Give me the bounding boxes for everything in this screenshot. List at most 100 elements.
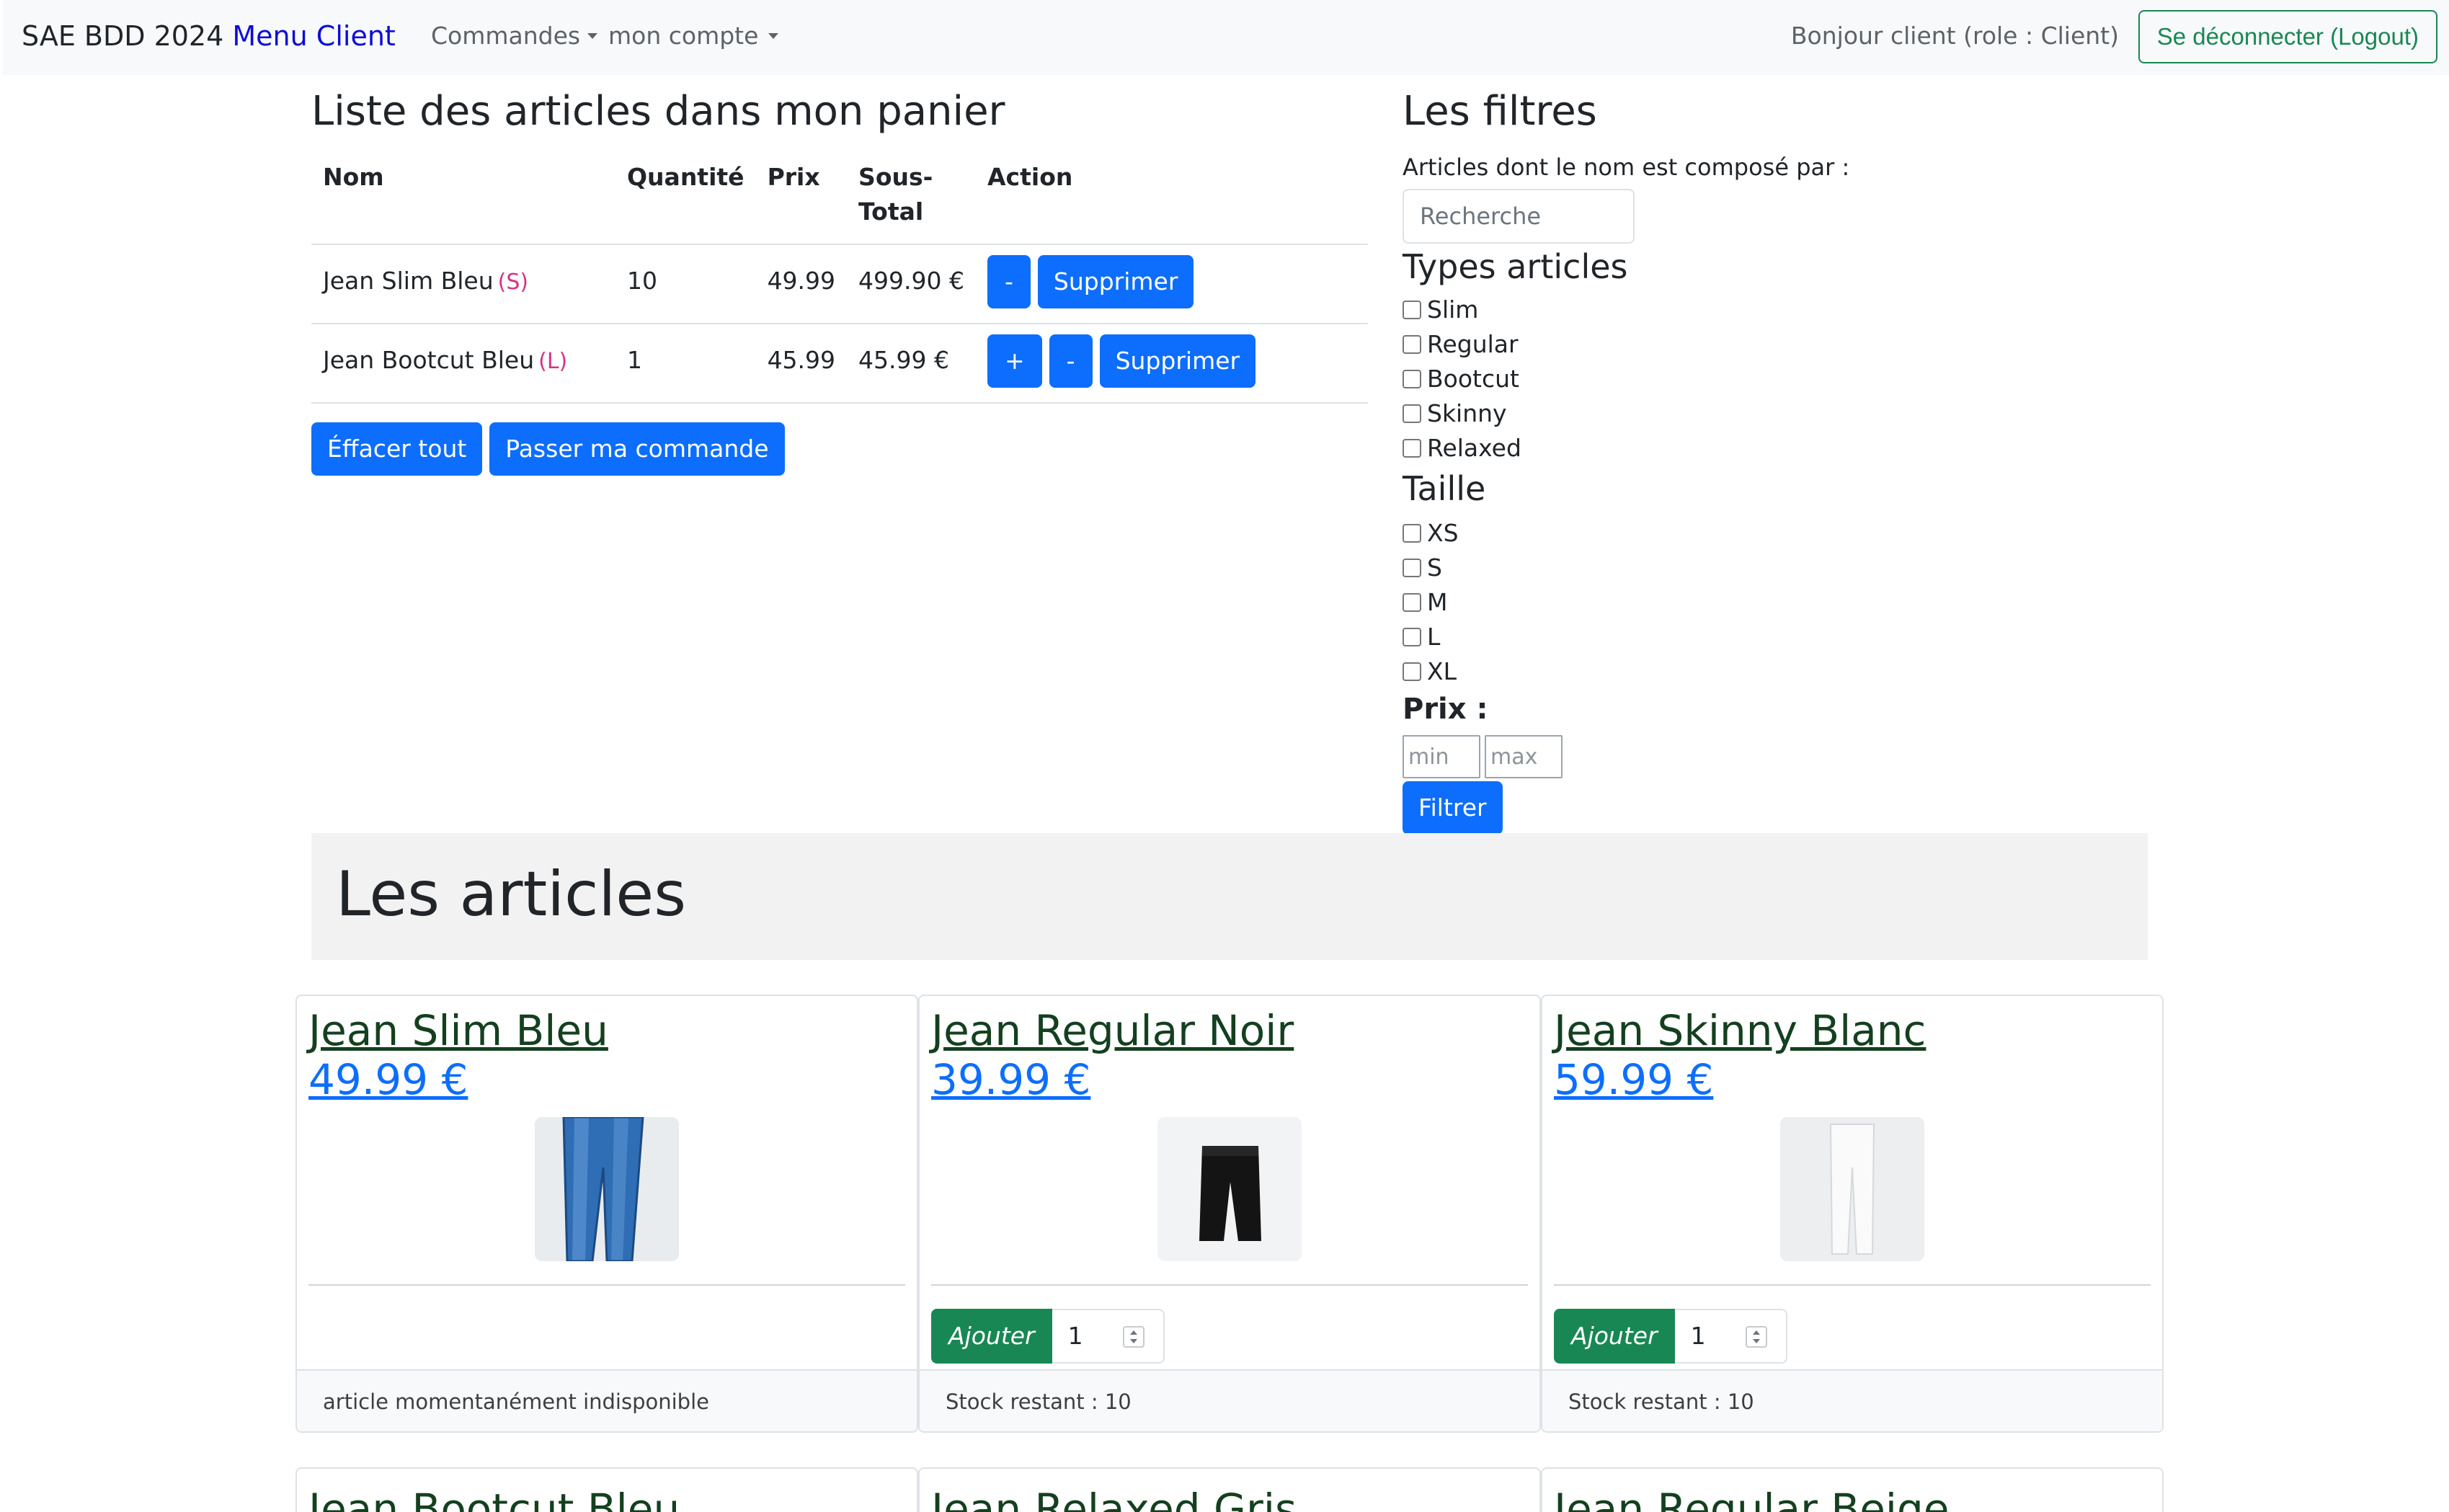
article-title-link[interactable]: Jean Relaxed Gris <box>931 1485 1528 1512</box>
quantity-value: 1 <box>1690 1322 1706 1350</box>
article-price-link[interactable]: 49.99 € <box>308 1055 905 1104</box>
checkbox[interactable] <box>1403 369 1421 388</box>
cart-item-subtotal: 45.99 € <box>847 324 976 404</box>
add-to-cart-button[interactable]: Ajouter <box>931 1309 1052 1364</box>
brand-title[interactable]: SAE BDD 2024 <box>22 20 223 52</box>
col-header-price: Prix <box>755 144 848 245</box>
checkbox[interactable] <box>1403 627 1421 646</box>
checkbox[interactable] <box>1403 523 1421 543</box>
checkbox[interactable] <box>1403 592 1421 612</box>
type-filter-relaxed[interactable]: Relaxed <box>1403 431 1907 466</box>
checkbox[interactable] <box>1403 662 1421 681</box>
cart-item-size: (L) <box>538 349 568 374</box>
navbar: SAE BDD 2024 Menu Client Commandes mon c… <box>3 0 2449 75</box>
search-input[interactable] <box>1403 189 1635 244</box>
article-card: Jean Relaxed Gris <box>918 1467 1541 1512</box>
cart-item-name: Jean Slim Bleu <box>323 267 494 295</box>
quantity-stepper[interactable]: 1 <box>1674 1309 1787 1364</box>
increase-qty-button[interactable]: + <box>987 334 1042 388</box>
size-filter-xl[interactable]: XL <box>1403 654 1907 689</box>
spinner-icon[interactable] <box>1745 1326 1767 1348</box>
article-image <box>1157 1117 1302 1261</box>
nav-account-dropdown[interactable]: mon compte <box>608 19 779 53</box>
cart-title: Liste des articles dans mon panier <box>311 88 1005 135</box>
checkbox[interactable] <box>1403 558 1421 577</box>
quantity-stepper[interactable]: 1 <box>1052 1309 1165 1364</box>
cart-item-price: 49.99 <box>755 244 848 324</box>
cart-item-name-cell: Jean Slim Bleu (S) <box>311 244 615 324</box>
decrease-qty-button[interactable]: - <box>987 255 1031 308</box>
type-filter-bootcut[interactable]: Bootcut <box>1403 362 1907 396</box>
type-label: Relaxed <box>1427 434 1521 462</box>
type-filter-regular[interactable]: Regular <box>1403 327 1907 362</box>
article-title-link[interactable]: Jean Skinny Blanc <box>1554 1006 2151 1055</box>
price-range <box>1403 735 1907 778</box>
cart-actions: Éffacer tout Passer ma commande <box>311 422 792 476</box>
size-filter-l[interactable]: L <box>1403 620 1907 654</box>
checkbox[interactable] <box>1403 334 1421 354</box>
cart-item-qty: 1 <box>615 324 756 404</box>
filter-button[interactable]: Filtrer <box>1403 781 1503 835</box>
types-title: Types articles <box>1403 247 1628 286</box>
articles-header: Les articles <box>311 833 2148 960</box>
col-header-quantity: Quantité <box>615 144 756 245</box>
black-regular-jeans-icon <box>1157 1117 1302 1261</box>
article-card: Jean Skinny Blanc 59.99 € Ajouter 1 Stock… <box>1541 995 2164 1433</box>
blue-slim-jeans-icon <box>535 1117 679 1261</box>
stock-status: article momentanément indisponible <box>297 1369 917 1431</box>
col-header-action: Action <box>976 144 1368 245</box>
article-title-link[interactable]: Jean Regular Noir <box>931 1006 1528 1055</box>
clear-cart-button[interactable]: Éffacer tout <box>311 422 483 476</box>
checkout-button[interactable]: Passer ma commande <box>489 422 785 476</box>
add-row-empty <box>308 1286 905 1369</box>
price-max-input[interactable] <box>1485 735 1563 778</box>
article-title-link[interactable]: Jean Bootcut Bleu <box>308 1485 905 1512</box>
col-header-name: Nom <box>311 144 615 245</box>
checkbox[interactable] <box>1403 438 1421 458</box>
checkbox[interactable] <box>1403 300 1421 319</box>
article-title-link[interactable]: Jean Slim Bleu <box>308 1006 905 1055</box>
type-filter-skinny[interactable]: Skinny <box>1403 396 1907 431</box>
price-title: Prix : <box>1403 693 1488 726</box>
size-title: Taille <box>1403 469 1486 508</box>
col-header-subtotal: Sous-Total <box>847 144 976 245</box>
article-price-link[interactable]: 59.99 € <box>1554 1055 2151 1104</box>
cart-item-subtotal: 499.90 € <box>847 244 976 324</box>
brand[interactable]: SAE BDD 2024 Menu Client <box>22 17 396 55</box>
name-filter-label: Articles dont le nom est composé par : <box>1403 154 1850 181</box>
nav-commandes-label: Commandes <box>431 22 581 50</box>
menu-client-link[interactable]: Menu Client <box>232 20 395 52</box>
checkbox[interactable] <box>1403 404 1421 423</box>
nav-commandes-dropdown[interactable]: Commandes <box>431 19 598 53</box>
article-card: Jean Regular Beige <box>1541 1467 2164 1512</box>
size-filter-s[interactable]: S <box>1403 551 1907 585</box>
article-card: Jean Regular Noir 39.99 € Ajouter 1 Stock… <box>918 995 1541 1433</box>
type-label: Bootcut <box>1427 365 1519 393</box>
filters-panel: Les filtres Articles dont le nom est com… <box>1403 86 1907 835</box>
add-to-cart-button[interactable]: Ajouter <box>1554 1309 1675 1364</box>
size-label: M <box>1427 588 1448 616</box>
delete-item-button[interactable]: Supprimer <box>1037 255 1194 308</box>
size-filter-xs[interactable]: XS <box>1403 516 1907 551</box>
delete-item-button[interactable]: Supprimer <box>1099 334 1256 388</box>
cart-item-actions: - Supprimer <box>976 244 1368 324</box>
article-title-link[interactable]: Jean Regular Beige <box>1554 1485 2151 1512</box>
price-min-input[interactable] <box>1403 735 1480 778</box>
stock-status: Stock restant : 10 <box>920 1369 1539 1431</box>
article-card: Jean Slim Bleu 49.99 € article momentané… <box>295 995 918 1433</box>
spinner-icon[interactable] <box>1122 1326 1145 1348</box>
cart-row: Jean Bootcut Bleu (L) 1 45.99 45.99 € + - S… <box>311 324 1368 404</box>
article-image <box>1780 1117 1924 1261</box>
size-label: L <box>1427 623 1441 651</box>
article-card: Jean Bootcut Bleu <box>295 1467 918 1512</box>
cart-item-actions: + - Supprimer <box>976 324 1368 404</box>
size-filter-m[interactable]: M <box>1403 585 1907 620</box>
article-image <box>535 1117 679 1261</box>
greeting-text: Bonjour client (role : Client) <box>1790 22 2119 50</box>
type-filter-slim[interactable]: Slim <box>1403 293 1907 327</box>
type-label: Slim <box>1427 295 1479 324</box>
article-price-link[interactable]: 39.99 € <box>931 1055 1528 1104</box>
cart-item-name: Jean Bootcut Bleu <box>323 346 535 374</box>
logout-button[interactable]: Se déconnecter (Logout) <box>2138 10 2437 63</box>
decrease-qty-button[interactable]: - <box>1049 334 1093 388</box>
